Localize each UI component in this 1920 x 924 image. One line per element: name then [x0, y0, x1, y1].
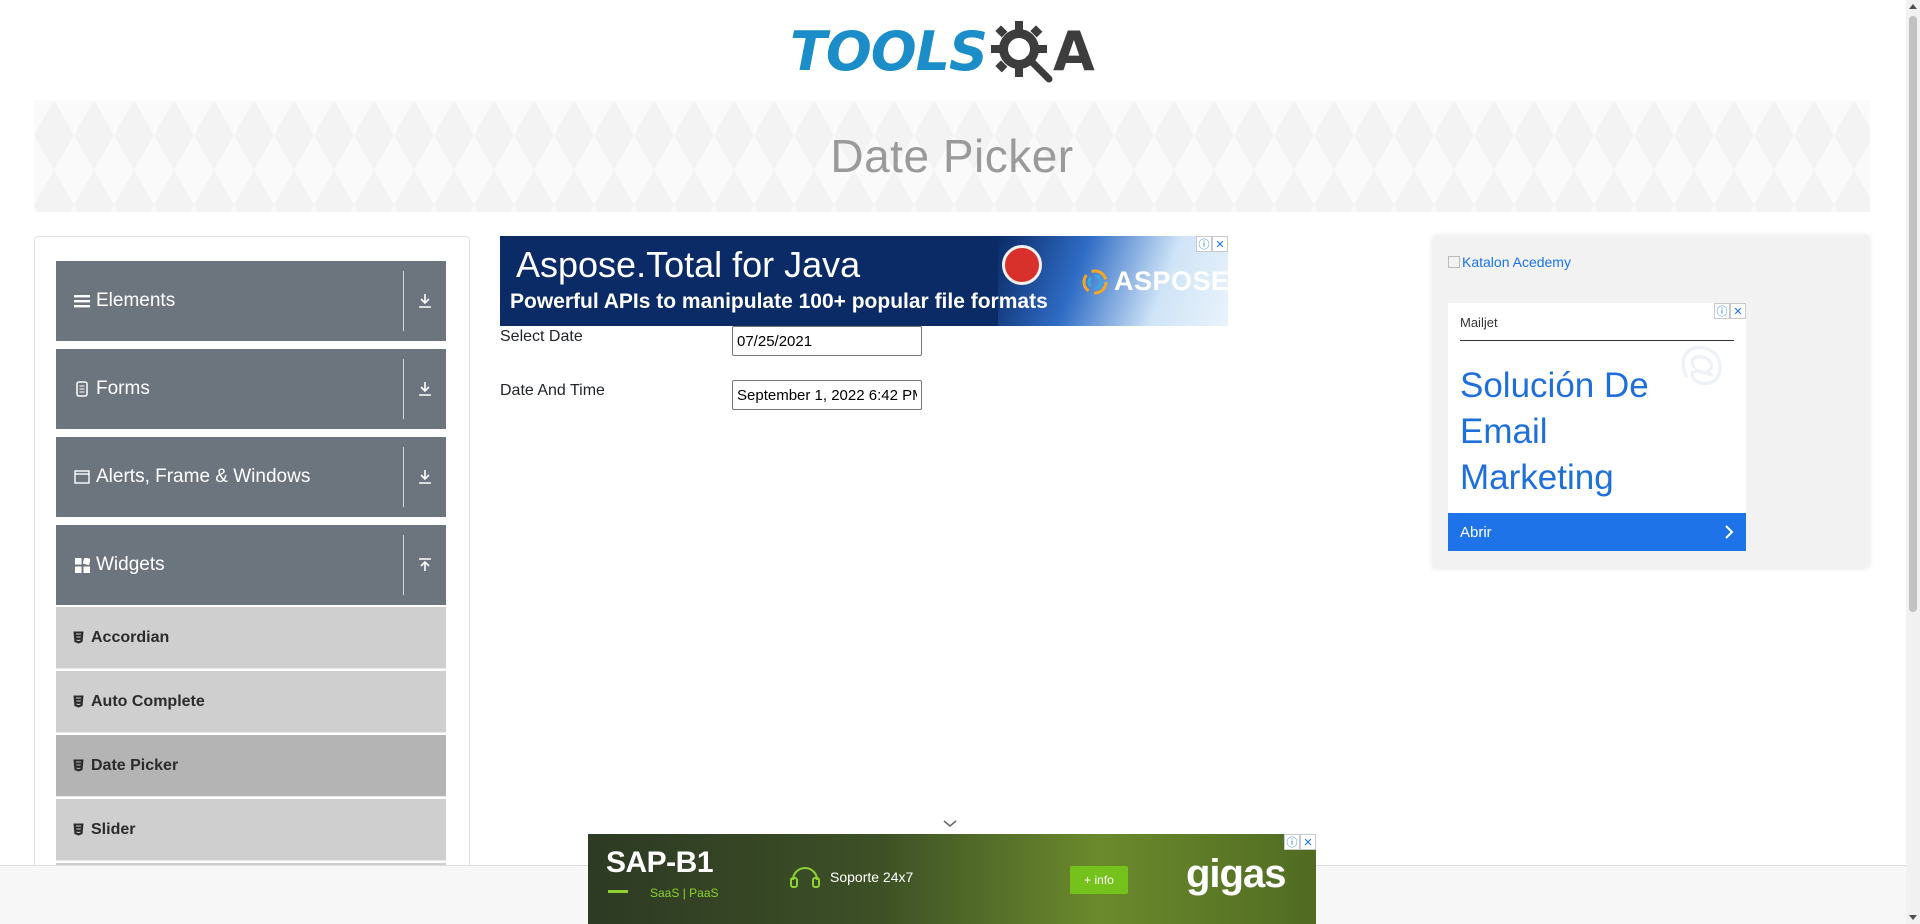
document-icon [72, 381, 92, 397]
logo-text-tools: TOOLS [790, 20, 988, 83]
date-and-time-input[interactable] [732, 380, 922, 410]
gear-magnifier-icon [990, 21, 1053, 83]
vertical-scrollbar[interactable] [1906, 0, 1920, 924]
support-info: Soporte 24x7 [788, 862, 913, 892]
page-title: Date Picker [830, 130, 1074, 182]
java-icon [1002, 245, 1042, 285]
mailjet-ad[interactable]: @ Mailjet Solución De Email Marketing Ab… [1448, 303, 1746, 551]
ad-title: SAP-B1 [606, 846, 714, 879]
aspose-ad[interactable]: Aspose.Total for Java Powerful APIs to m… [500, 236, 1228, 326]
sidebar-group-alerts[interactable]: Alerts, Frame & Windows [56, 437, 446, 517]
sidebar-group-forms[interactable]: Forms [56, 349, 446, 429]
page-banner: Date Picker [34, 100, 1870, 212]
ad-subtitle: Powerful APIs to manipulate 100+ popular… [510, 290, 1048, 313]
gigas-logo: gigas [1186, 852, 1286, 896]
download-icon[interactable] [404, 293, 446, 309]
sidebar: Elements Forms Alerts, Frame & Windows W… [34, 236, 470, 924]
html5-icon [71, 695, 85, 708]
close-icon[interactable]: ✕ [1212, 236, 1228, 252]
sidebar-item-label: Auto Complete [91, 692, 205, 710]
upload-icon[interactable] [404, 557, 446, 573]
info-icon[interactable]: ⓘ [1196, 236, 1212, 252]
broken-image-icon [1448, 256, 1460, 268]
broken-image-link[interactable]: Katalon Acedemy [1448, 254, 1571, 270]
info-icon[interactable]: ⓘ [1714, 303, 1730, 319]
sidebar-group-widgets[interactable]: Widgets [56, 525, 446, 605]
sidebar-item-accordian[interactable]: Accordian [56, 607, 446, 669]
sidebar-item-slider[interactable]: Slider [56, 799, 446, 861]
chevron-right-icon [1725, 525, 1734, 539]
scroll-up-arrow-icon[interactable] [1909, 4, 1917, 9]
download-icon[interactable] [404, 381, 446, 397]
divider [1460, 340, 1734, 341]
ad-headline: Solución De Email Marketing [1460, 366, 1649, 497]
sidebar-item-label: Accordian [91, 628, 170, 646]
ad-choices[interactable]: ⓘ ✕ [1196, 236, 1228, 252]
support-text: Soporte 24x7 [830, 869, 914, 885]
sidebar-group-label: Forms [96, 378, 150, 399]
sidebar-group-elements[interactable]: Elements [56, 261, 446, 341]
download-icon[interactable] [404, 469, 446, 485]
scroll-down-arrow-icon[interactable] [1909, 915, 1917, 920]
date-and-time-label: Date And Time [500, 382, 605, 399]
ad-title: Aspose.Total for Java [516, 244, 861, 285]
window-icon [72, 470, 92, 484]
ad-choices[interactable]: ⓘ ✕ [1284, 834, 1316, 850]
sidebar-item-auto-complete[interactable]: Auto Complete [56, 671, 446, 733]
open-button-label: Abrir [1460, 523, 1492, 541]
accent-dash [608, 890, 628, 893]
toolsqa-logo[interactable]: TOOLS A [790, 14, 1095, 90]
chevron-down-icon[interactable] [940, 818, 960, 830]
html5-icon [71, 823, 85, 836]
logo-text-a: A [1052, 20, 1095, 83]
select-date-input[interactable] [732, 326, 922, 356]
open-button[interactable]: Abrir [1448, 513, 1746, 551]
more-info-button[interactable]: + info [1070, 866, 1128, 894]
gigas-ad[interactable]: SAP-B1 SaaS | PaaS Soporte 24x7 + info g… [588, 834, 1316, 924]
widgets-icon [72, 557, 92, 573]
hamburger-icon [72, 294, 92, 308]
html5-icon [71, 631, 85, 644]
close-icon[interactable]: ✕ [1730, 303, 1746, 319]
ad-subtitle: SaaS | PaaS [650, 886, 719, 900]
sidebar-group-label: Alerts, Frame & Windows [96, 466, 311, 487]
broken-image-alt: Katalon Acedemy [1462, 254, 1571, 270]
ad-choices[interactable]: ⓘ ✕ [1714, 303, 1746, 319]
sidebar-group-label: Elements [96, 290, 176, 311]
sidebar-item-label: Date Picker [91, 756, 179, 774]
select-date-label: Select Date [500, 328, 583, 345]
html5-icon [71, 759, 85, 772]
aspose-logo: ASPOSE [1082, 266, 1228, 297]
page: TOOLS A Date Picker Elements Forms Alert… [0, 0, 1920, 924]
aspose-swirl-icon [1082, 269, 1108, 294]
sidebar-item-date-picker[interactable]: Date Picker [56, 735, 446, 797]
ad-brand: Mailjet [1460, 315, 1498, 330]
right-ad: Katalon Acedemy @ Mailjet Solución De Em… [1433, 236, 1869, 568]
info-icon[interactable]: ⓘ [1284, 834, 1300, 850]
ad-brand: ASPOSE [1114, 266, 1228, 296]
scrollbar-thumb[interactable] [1909, 16, 1917, 612]
sidebar-group-label: Widgets [96, 554, 165, 575]
mailjet-watermark: @ [1679, 343, 1731, 388]
sidebar-item-label: Slider [91, 820, 136, 838]
headset-icon [790, 867, 820, 888]
close-icon[interactable]: ✕ [1300, 834, 1316, 850]
